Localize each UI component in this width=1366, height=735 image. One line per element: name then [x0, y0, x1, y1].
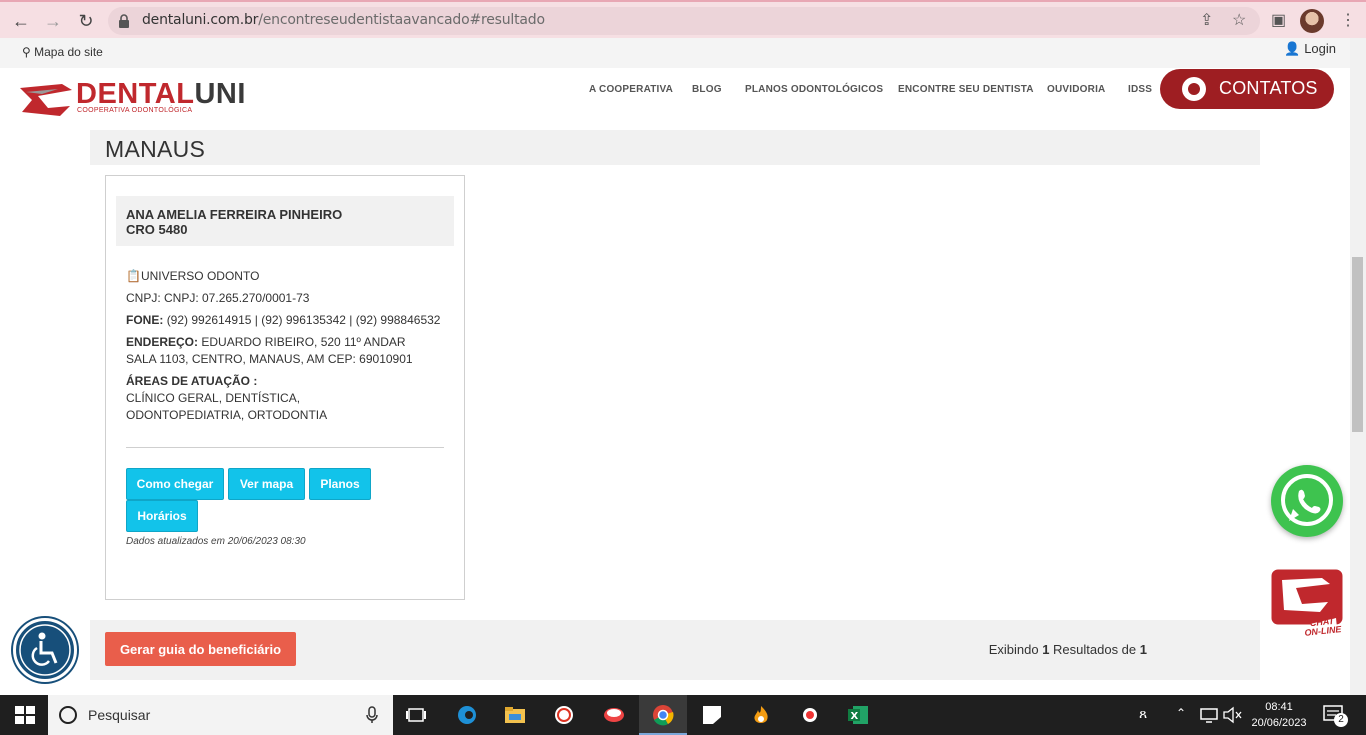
forward-icon[interactable]: → [40, 8, 66, 34]
dentaluni-logo-icon[interactable] [18, 82, 74, 118]
accessibility-icon[interactable] [13, 618, 77, 682]
como-chegar-button[interactable]: Como chegar [126, 468, 224, 500]
side-panel-icon[interactable]: ▣ [1271, 10, 1286, 30]
updated-at: Dados atualizados em 20/06/2023 08:30 [126, 536, 306, 547]
microphone-icon[interactable] [366, 706, 378, 724]
card-divider [126, 447, 444, 448]
nav-ouvidoria[interactable]: OUVIDORIA [1047, 84, 1105, 95]
volume-muted-icon[interactable] [1222, 705, 1244, 725]
lock-icon [119, 14, 129, 28]
excel-icon[interactable]: X [847, 705, 869, 725]
network-app-icon[interactable] [553, 705, 575, 725]
file-explorer-icon[interactable] [504, 705, 526, 725]
dentist-card-header: ANA AMELIA FERREIRA PINHEIRO CRO 5480 [116, 196, 454, 246]
chrome-taskbar-item[interactable] [639, 695, 687, 735]
headset-icon [1182, 77, 1206, 101]
map-pin-icon: ⚲ [22, 45, 31, 59]
reload-icon[interactable]: ↻ [73, 8, 99, 34]
bookmark-star-icon[interactable]: ☆ [1232, 10, 1246, 30]
city-title: MANAUS [105, 136, 206, 162]
scrollbar-thumb[interactable] [1352, 257, 1363, 432]
network-icon[interactable] [1198, 705, 1220, 725]
sitemap-link[interactable]: ⚲ Mapa do site [22, 45, 103, 59]
clinic-cnpj: CNPJ: CNPJ: 07.265.270/0001-73 [126, 291, 310, 305]
edge-icon[interactable] [456, 705, 478, 725]
fire-app-icon[interactable] [750, 705, 772, 725]
whatsapp-icon[interactable] [1271, 465, 1343, 537]
sticky-notes-icon[interactable] [701, 705, 723, 725]
snipping-tool-icon[interactable] [603, 705, 625, 725]
nav-idss[interactable]: IDSS [1128, 84, 1152, 95]
chat-online-icon[interactable]: CHAT ON-LINE [1266, 566, 1348, 644]
contatos-button[interactable]: CONTATOS [1160, 69, 1334, 109]
windows-start-icon[interactable] [14, 705, 36, 725]
brand-subtitle: COOPERATIVA ODONTOLÓGICA [77, 107, 193, 114]
planos-button[interactable]: Planos [309, 468, 371, 500]
horarios-button[interactable]: Horários [126, 500, 198, 532]
clinic-name: 📋UNIVERSO ODONTO [126, 269, 260, 283]
user-icon: 👤 [1284, 41, 1301, 56]
login-link[interactable]: 👤 Login [1284, 41, 1336, 57]
clinic-address: ENDEREÇO: EDUARDO RIBEIRO, 520 11º ANDAR… [126, 335, 413, 366]
areas-label: ÁREAS DE ATUAÇÃO : [126, 374, 258, 388]
svg-text:X: X [851, 711, 859, 722]
taskbar-search[interactable]: Pesquisar [48, 695, 393, 735]
windows-taskbar: Pesquisar X ጸ ⌃ 08:41 20/06/2023 2 [0, 695, 1366, 735]
areas-list: CLÍNICO GERAL, DENTÍSTICA, ODONTOPEDIATR… [126, 391, 328, 422]
recorder-app-icon[interactable] [799, 705, 821, 725]
nav-planos-odontologicos[interactable]: PLANOS ODONTOLÓGICOS [745, 84, 883, 95]
dentist-name: ANA AMELIA FERREIRA PINHEIRO CRO 5480 [126, 207, 343, 237]
clipboard-icon: 📋 [126, 269, 141, 283]
nav-a-cooperativa[interactable]: A COOPERATIVA [589, 84, 673, 95]
chat-online-label: CHAT ON-LINE [1303, 615, 1342, 638]
nav-blog[interactable]: BLOG [692, 84, 722, 95]
dentist-cro: CRO 5480 [126, 222, 188, 237]
chevron-up-icon[interactable]: ⌃ [1176, 706, 1186, 720]
back-icon[interactable]: ← [8, 8, 34, 34]
gerar-guia-button[interactable]: Gerar guia do beneficiário [105, 632, 296, 666]
results-footer: Gerar guia do beneficiário Exibindo 1 Re… [90, 620, 1260, 680]
utility-bar: ⚲ Mapa do site 👤 Login [0, 38, 1350, 68]
task-view-icon[interactable] [405, 705, 427, 725]
notification-count: 2 [1334, 713, 1348, 727]
results-count: Exibindo 1 Resultados de 1 [988, 642, 1147, 657]
web-page: ⚲ Mapa do site 👤 Login DENTALUNI COOPERA… [0, 38, 1350, 695]
nav-encontre-seu-dentista[interactable]: ENCONTRE SEU DENTISTA [898, 84, 1034, 95]
share-icon[interactable]: ⇪ [1200, 10, 1213, 30]
system-clock[interactable]: 08:41 20/06/2023 [1248, 699, 1310, 731]
clinic-phone: FONE: (92) 992614915 | (92) 996135342 | … [126, 313, 441, 327]
browser-toolbar: ← → ↻ dentaluni.com.br/encontreseudentis… [0, 0, 1366, 38]
search-icon [59, 706, 77, 724]
dentist-card: ANA AMELIA FERREIRA PINHEIRO CRO 5480 📋UN… [105, 175, 465, 600]
notifications-icon[interactable]: 2 [1322, 703, 1348, 727]
profile-avatar[interactable] [1300, 9, 1324, 33]
city-heading-bar: MANAUS [90, 130, 1260, 165]
ver-mapa-button[interactable]: Ver mapa [228, 468, 305, 500]
people-icon[interactable]: ጸ [1139, 705, 1147, 722]
url-text: dentaluni.com.br/encontreseudentistaavan… [142, 12, 545, 28]
menu-dots-icon[interactable]: ⋮ [1340, 10, 1356, 30]
site-header: DENTALUNI COOPERATIVA ODONTOLÓGICA A COO… [0, 68, 1350, 130]
chrome-icon [653, 705, 674, 726]
